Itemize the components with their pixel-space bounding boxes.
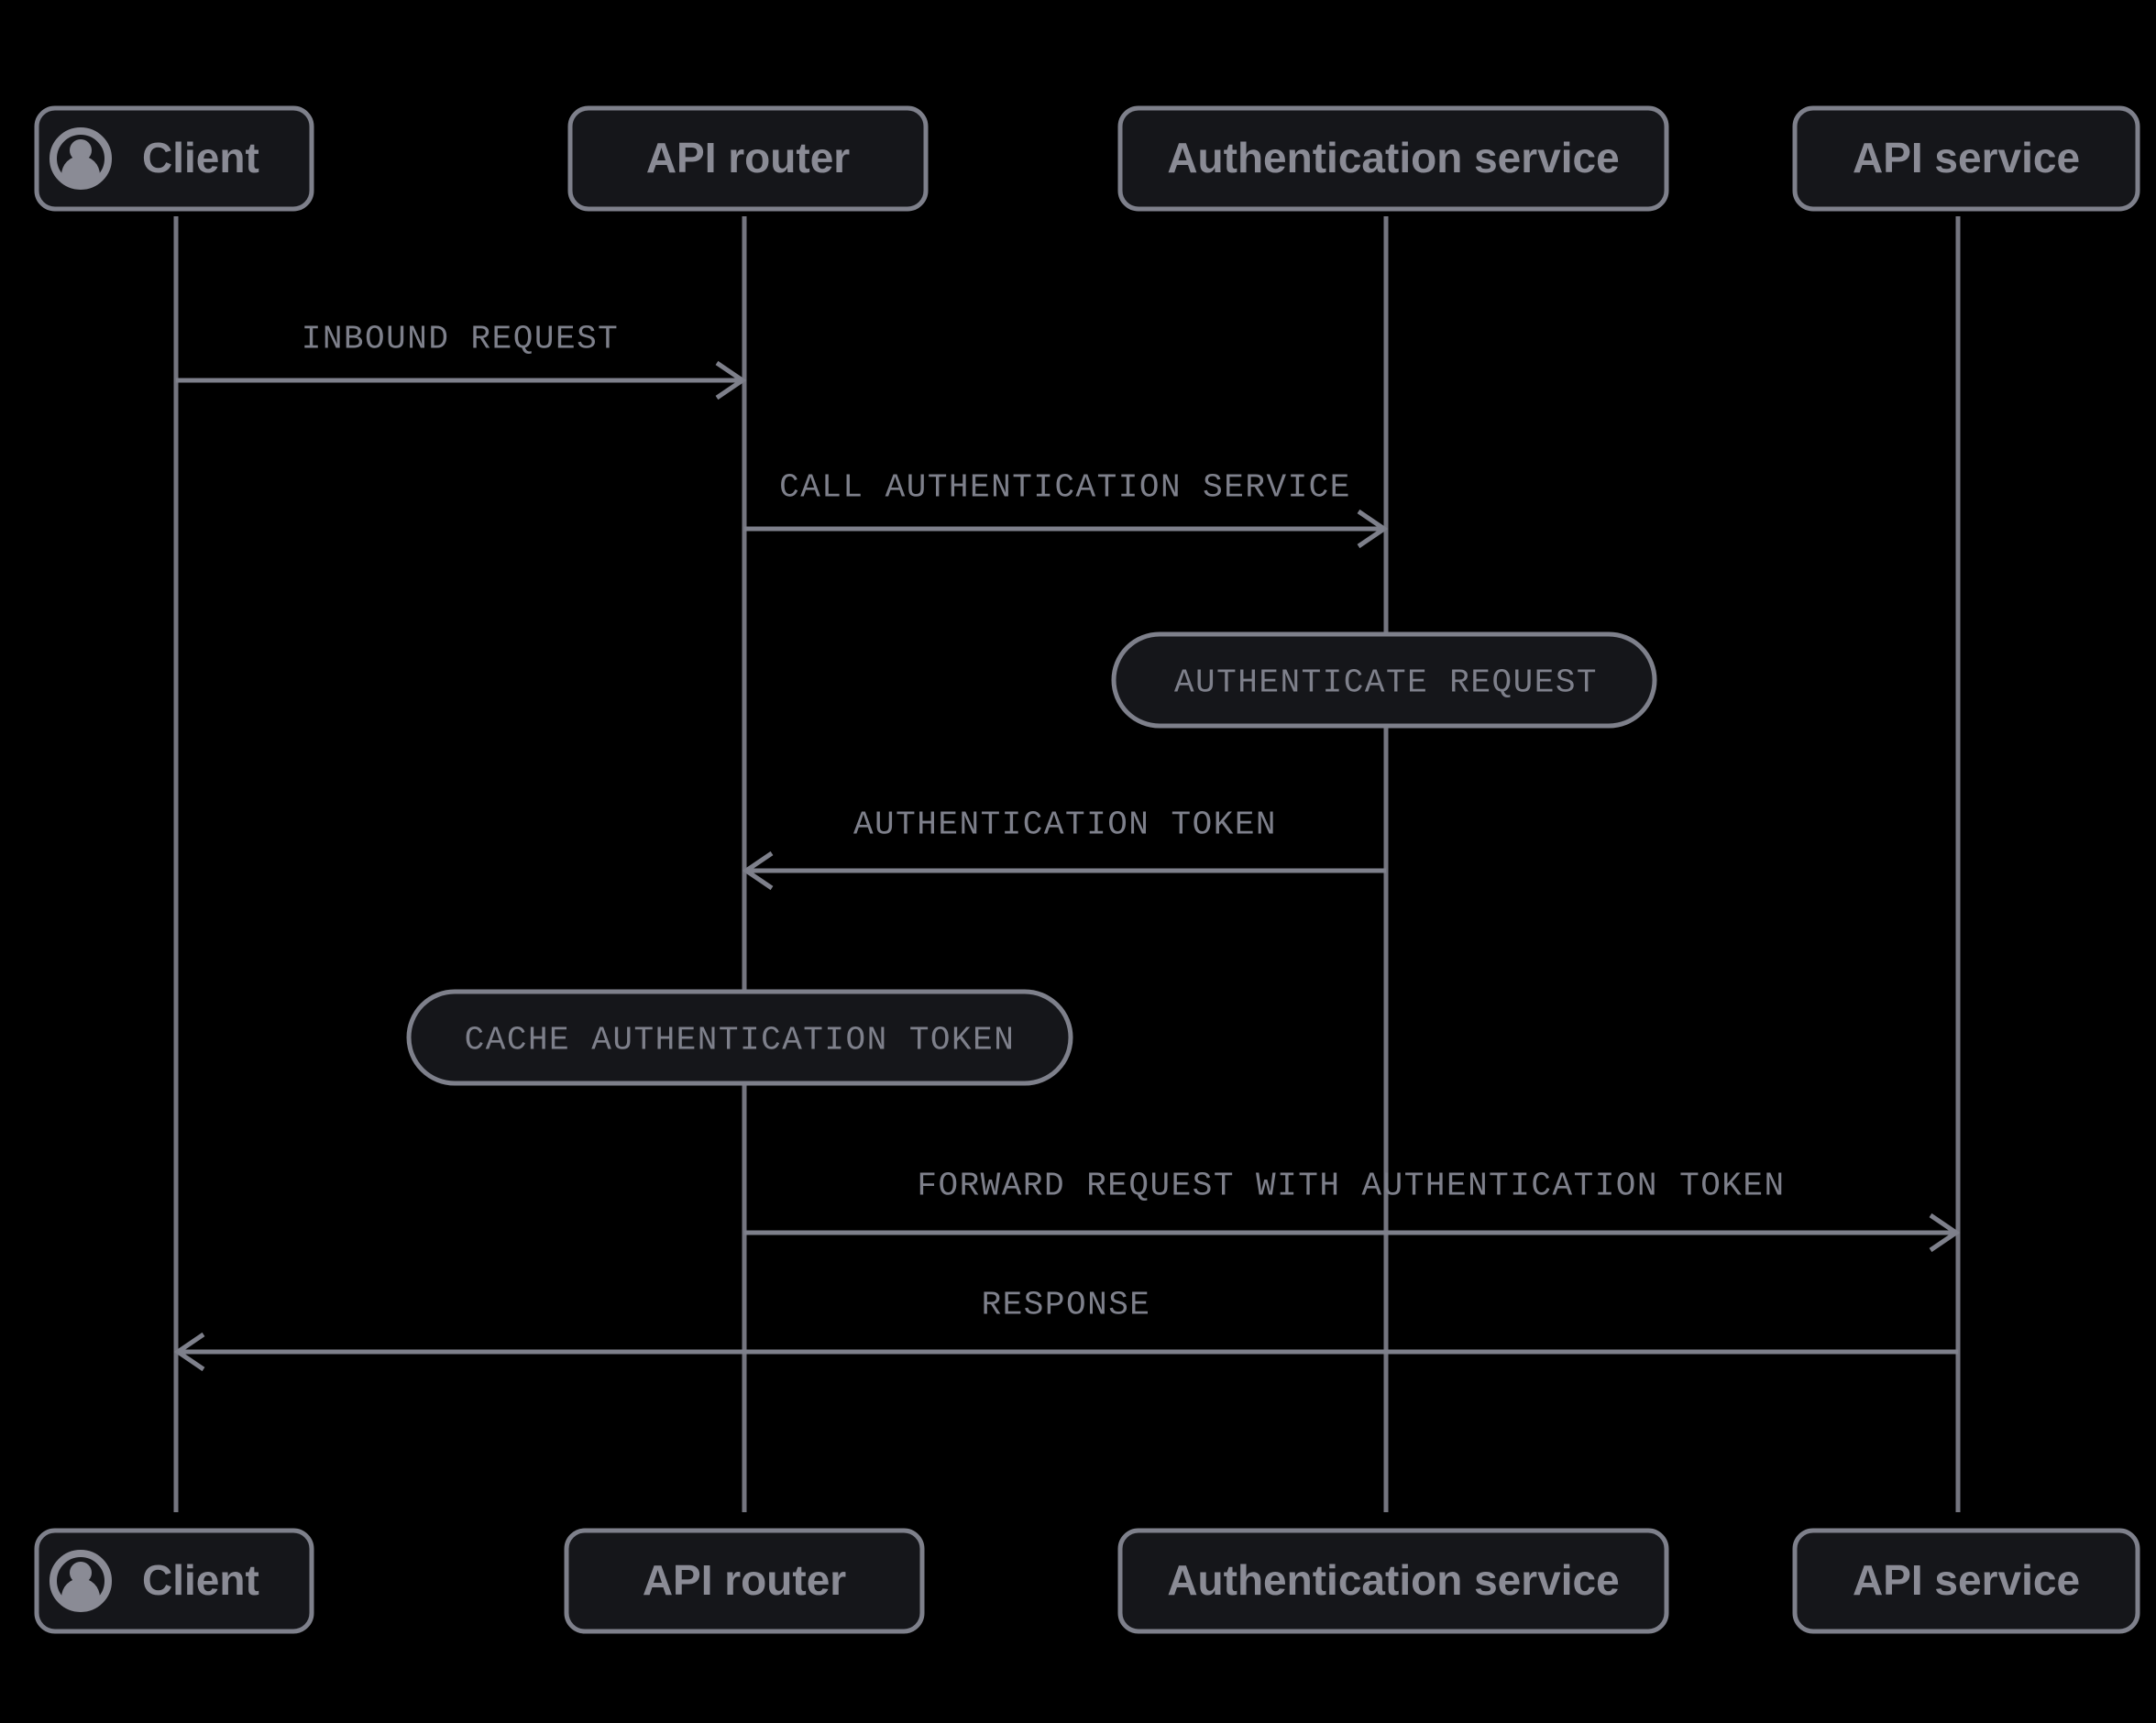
participant-label-api-router-bottom: API router [643,1556,846,1604]
message-label-inbound-request: INBOUND REQUEST [302,321,620,358]
message-response: RESPONSE [173,1287,1958,1372]
participant-label-api-service: API service [1853,134,2080,181]
participant-header-authentication-service[interactable]: Authentication service [1117,105,1669,212]
message-label-call-authentication-service: CALL AUTHENTICATION SERVICE [779,469,1351,507]
participant-footer-api-router[interactable]: API router [564,1528,925,1634]
participant-label-authentication-service: Authentication service [1167,134,1619,181]
message-forward-request-with-authentication-token: FORWARD REQUEST WITH AUTHENTICATION TOKE… [744,1168,1961,1253]
participant-footer-authentication-service[interactable]: Authentication service [1117,1528,1669,1634]
participant-header-api-router[interactable]: API router [567,105,929,212]
note-authenticate-request: AUTHENTICATE REQUEST [1111,631,1657,729]
message-label-authentication-token: AUTHENTICATION TOKEN [853,807,1277,844]
message-inbound-request: INBOUND REQUEST [176,321,747,401]
note-label-authenticate-request: AUTHENTICATE REQUEST [1174,664,1598,702]
message-label-forward-request-with-authentication-token: FORWARD REQUEST WITH AUTHENTICATION TOKE… [917,1168,1785,1205]
message-authentication-token: AUTHENTICATION TOKEN [742,807,1386,891]
participant-label-authentication-service-bottom: Authentication service [1167,1556,1619,1604]
note-label-cache-authentication-token: CACHE AUTHENTICATION TOKEN [465,1022,1016,1059]
participant-header-client[interactable]: Client [34,105,314,212]
sequence-diagram-svg: Client API router Authentication service… [34,105,2140,1634]
participant-label-api-router: API router [646,134,850,181]
participant-label-api-service-bottom: API service [1853,1556,2080,1604]
participant-header-api-service[interactable]: API service [1792,105,2140,212]
sequence-diagram-canvas: Client API router Authentication service… [0,0,2156,1723]
participant-label-client-bottom: Client [142,1556,259,1604]
note-cache-authentication-token: CACHE AUTHENTICATION TOKEN [406,989,1073,1086]
message-label-response: RESPONSE [982,1287,1151,1324]
message-call-authentication-service: CALL AUTHENTICATION SERVICE [744,469,1389,549]
participant-label-client: Client [142,134,259,181]
participant-footer-api-service[interactable]: API service [1792,1528,2140,1634]
participant-footer-client[interactable]: Client [34,1528,314,1634]
